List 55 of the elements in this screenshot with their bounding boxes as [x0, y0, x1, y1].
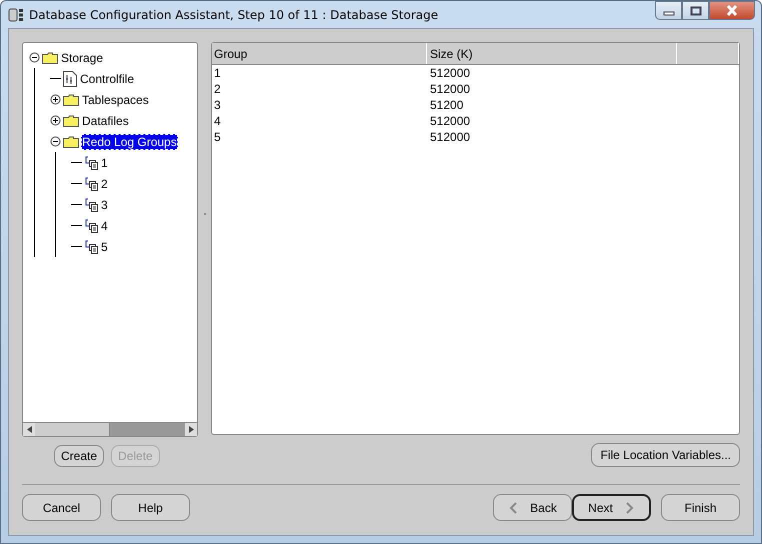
close-button[interactable]	[709, 1, 755, 20]
table-cell-text: 512000	[429, 130, 472, 144]
minimize-button[interactable]	[655, 1, 682, 20]
tree-item[interactable]: Tablespaces	[81, 92, 150, 108]
log-group-icon	[84, 198, 98, 212]
table-cell-text: 1	[213, 66, 222, 80]
tree-item[interactable]: 1	[100, 154, 109, 170]
folder-icon	[63, 114, 79, 126]
log-group-icon	[84, 218, 98, 232]
table-cell-text: 512000	[429, 114, 472, 128]
column-header[interactable]: Group	[212, 43, 427, 64]
column-header[interactable]: Size (K)	[427, 43, 677, 64]
dialog-button[interactable]: Cancel	[22, 494, 101, 521]
tree-item[interactable]: 4	[100, 218, 109, 234]
tree-item[interactable]: 3	[100, 196, 109, 212]
table-cell-text: 2	[213, 82, 222, 96]
database-icon	[8, 6, 24, 22]
tree-item[interactable]: Storage	[60, 50, 104, 66]
finish-button[interactable]: Finish	[661, 494, 740, 521]
collapse-icon[interactable]	[29, 52, 40, 63]
table-cell-text: 5	[213, 130, 222, 144]
table-cell-text: 4	[213, 114, 222, 128]
document-icon	[63, 70, 77, 86]
next-button[interactable]: Next	[572, 494, 651, 521]
log-group-icon	[84, 240, 98, 254]
window-title: Database Configuration Assistant, Step 10 of 11 : Database Storage	[29, 8, 438, 22]
horizontal-scrollbar[interactable]	[23, 422, 197, 436]
back-button[interactable]: Back	[493, 494, 572, 521]
tree-item[interactable]: 2	[100, 176, 109, 192]
tree-item[interactable]: Controlfile	[79, 70, 136, 86]
log-group-icon	[84, 156, 98, 170]
tree-item[interactable]: Redo Log Groups	[81, 134, 178, 150]
table-cell-text: 3	[213, 98, 222, 112]
dialog-button[interactable]: Help	[111, 494, 190, 521]
expand-icon[interactable]	[50, 115, 61, 126]
chevron-left-icon	[508, 502, 518, 514]
maximize-button[interactable]	[682, 1, 709, 20]
table-cell-text: 512000	[429, 82, 472, 96]
scroll-right-icon[interactable]	[188, 426, 194, 433]
collapse-icon[interactable]	[50, 136, 61, 147]
tree-item[interactable]: 5	[100, 238, 109, 254]
folder-icon	[63, 94, 79, 106]
action-button[interactable]: Create	[54, 445, 104, 467]
table-cell-text: 51200	[429, 98, 464, 112]
tree-item[interactable]: Datafiles	[81, 112, 130, 128]
table-cell-text: 512000	[429, 66, 472, 80]
folder-icon	[42, 52, 58, 64]
maximize-icon	[690, 6, 702, 16]
close-icon	[725, 5, 739, 16]
chevron-right-icon	[624, 502, 635, 514]
scroll-left-icon[interactable]	[26, 426, 32, 433]
expand-icon[interactable]	[50, 94, 61, 105]
log-group-icon	[84, 176, 98, 190]
folder-icon	[63, 136, 79, 148]
file-location-button[interactable]: File Location Variables...	[591, 443, 740, 467]
